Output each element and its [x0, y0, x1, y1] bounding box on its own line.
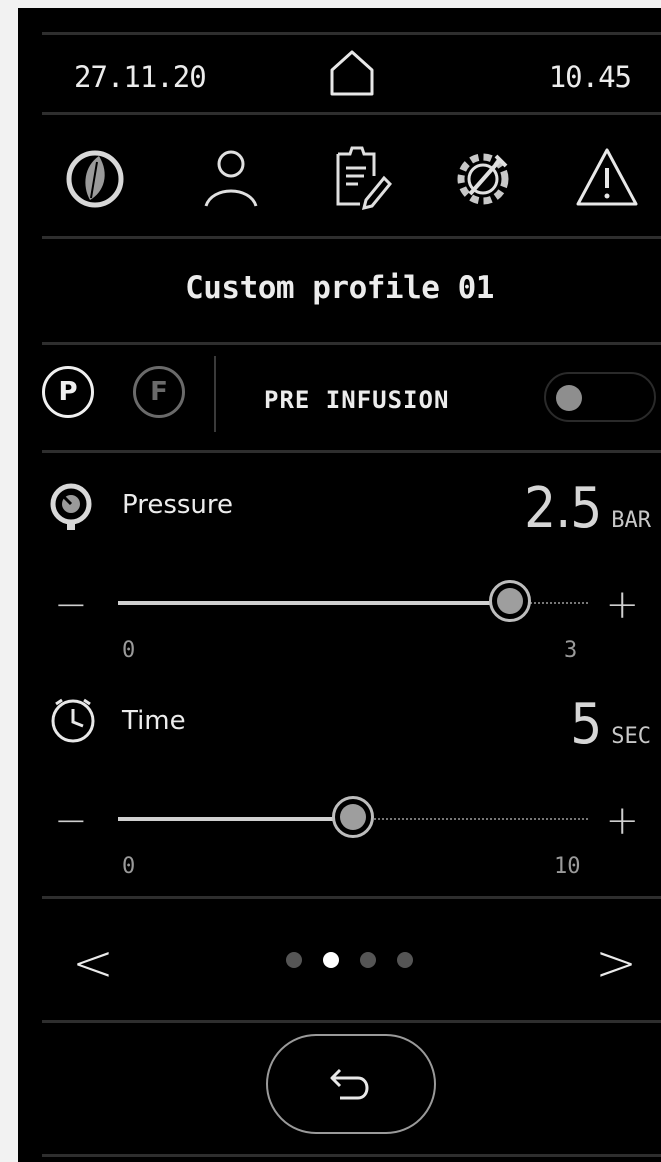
pressure-max: 3	[564, 638, 578, 663]
nav-user-button[interactable]	[198, 142, 264, 212]
user-icon	[204, 150, 258, 207]
pre-infusion-toggle[interactable]	[544, 372, 656, 422]
divider	[42, 1154, 661, 1157]
date-display: 27.11.20	[74, 60, 207, 94]
divider	[42, 112, 661, 115]
divider	[42, 1020, 661, 1023]
page-dot[interactable]	[286, 952, 302, 968]
slider-thumb[interactable]	[332, 796, 374, 838]
divider	[42, 450, 661, 453]
pressure-value: 2.5	[524, 476, 602, 541]
prev-page-button[interactable]: <	[72, 934, 114, 992]
time-slider[interactable]	[118, 790, 588, 850]
divider	[42, 32, 661, 35]
profile-title: Custom profile 01	[185, 270, 494, 306]
pressure-label: Pressure	[122, 490, 234, 520]
time-max: 10	[554, 854, 581, 879]
pressure-gauge-icon	[48, 480, 94, 532]
time-readout: 5 SEC	[570, 692, 651, 757]
vertical-divider	[214, 356, 216, 432]
pressure-readout: 2.5 BAR	[524, 476, 651, 541]
pressure-decrease-button[interactable]: −	[54, 582, 88, 628]
clock-icon	[48, 696, 98, 746]
pre-infusion-label: PRE INFUSION	[264, 386, 450, 414]
leaf-icon	[66, 150, 124, 208]
home-button[interactable]	[328, 48, 376, 98]
time-label: Time	[122, 706, 186, 736]
time-unit: SEC	[611, 724, 651, 749]
next-page-button[interactable]: >	[595, 934, 637, 992]
pressure-min: 0	[122, 638, 136, 663]
nav-alert-button[interactable]	[574, 142, 640, 212]
time-min: 0	[122, 854, 136, 879]
back-button[interactable]	[266, 1034, 436, 1134]
settings-tool-icon	[457, 153, 509, 205]
page-dot[interactable]	[397, 952, 413, 968]
pressure-mode-button[interactable]: P	[42, 366, 94, 418]
divider	[42, 896, 661, 899]
slider-track-fill	[118, 601, 510, 605]
nav-leaf-button[interactable]	[62, 142, 128, 212]
slider-track-fill	[118, 817, 353, 821]
flow-mode-button[interactable]: F	[133, 366, 185, 418]
page-dot[interactable]	[323, 952, 339, 968]
pressure-slider[interactable]	[118, 574, 588, 634]
slider-thumb[interactable]	[489, 580, 531, 622]
page-indicator	[286, 952, 426, 970]
clipboard-edit-icon	[336, 146, 393, 211]
warning-icon	[576, 148, 638, 206]
toggle-knob	[556, 385, 582, 411]
nav-settings-button[interactable]	[450, 142, 516, 212]
pressure-increase-button[interactable]: +	[605, 582, 639, 628]
home-icon	[330, 50, 374, 96]
time-display: 10.45	[548, 60, 632, 94]
undo-arrow-icon	[330, 1068, 369, 1100]
time-increase-button[interactable]: +	[605, 798, 639, 844]
device-screen: 27.11.20 10.45 Custom profile 01 P F PRE…	[18, 8, 661, 1162]
page-dot[interactable]	[360, 952, 376, 968]
time-decrease-button[interactable]: −	[54, 798, 88, 844]
divider	[42, 342, 661, 345]
time-value: 5	[570, 692, 602, 757]
nav-recipe-button[interactable]	[326, 142, 393, 212]
divider	[42, 236, 661, 239]
pressure-unit: BAR	[611, 508, 651, 533]
